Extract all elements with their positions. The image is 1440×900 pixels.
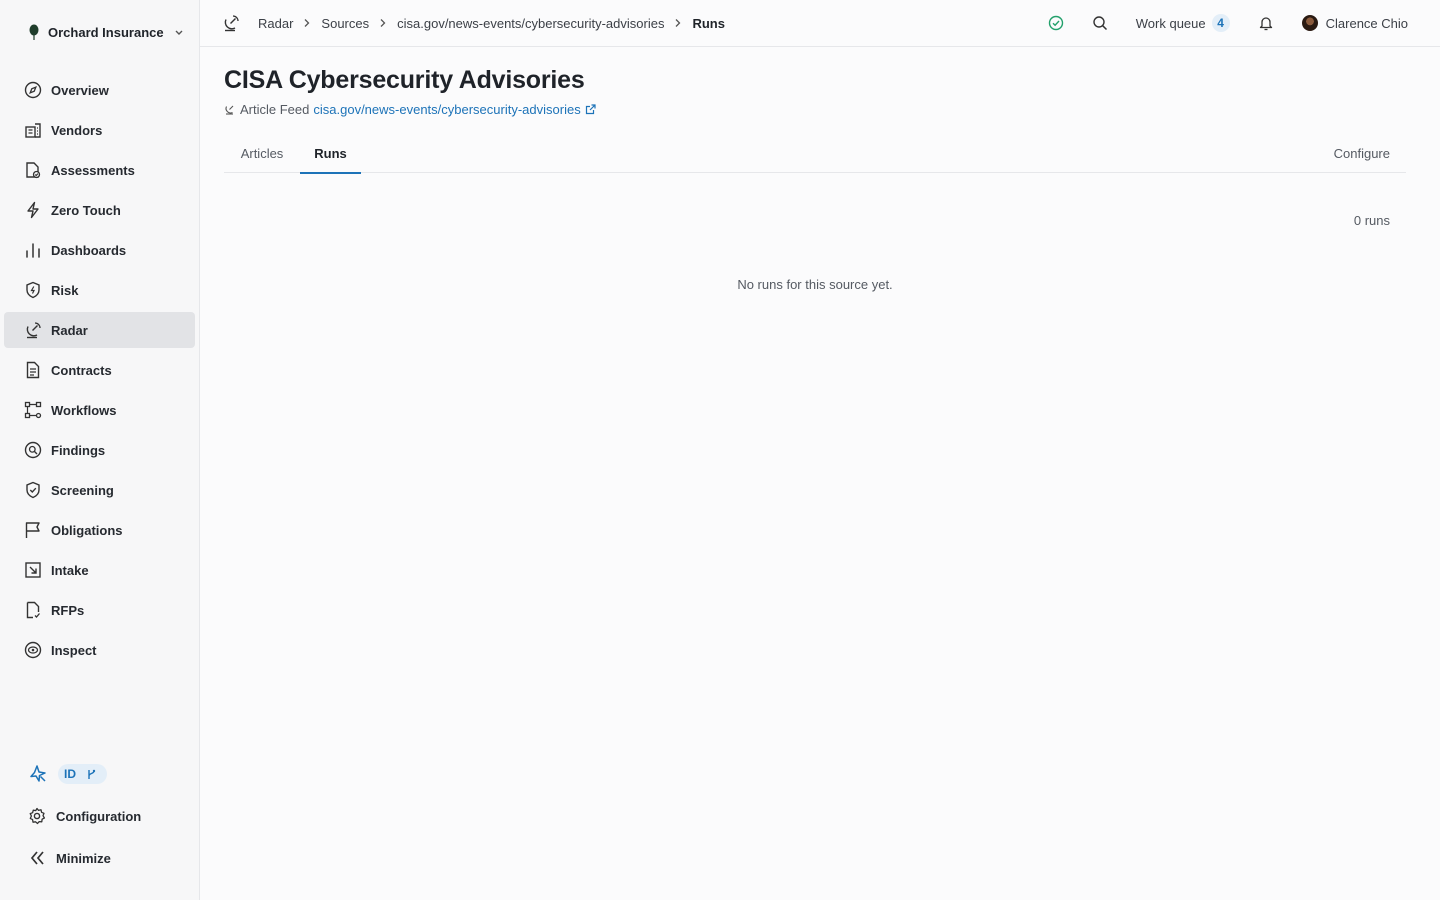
sidebar-item-label: Obligations: [51, 522, 123, 538]
work-queue-button[interactable]: Work queue 4: [1136, 14, 1230, 32]
building-icon: [25, 123, 41, 138]
runs-count: 0 runs: [1353, 213, 1390, 228]
leaf-icon: [29, 24, 39, 40]
document-icon: [26, 361, 40, 379]
topbar: Radar Sources cisa.gov/news-events/cyber…: [200, 0, 1440, 47]
feed-url-link[interactable]: cisa.gov/news-events/cybersecurity-advis…: [313, 101, 596, 117]
shield-check-icon: [26, 481, 40, 499]
org-switcher[interactable]: Orchard Insurance: [28, 22, 184, 42]
sidebar-item-screening[interactable]: Screening: [4, 472, 195, 508]
sidebar-item-label: Inspect: [51, 642, 97, 658]
id-chip[interactable]: ID: [58, 764, 107, 784]
sidebar-item-overview[interactable]: Overview: [4, 72, 195, 108]
chevron-down-icon: [175, 30, 183, 35]
page-subtitle: Article Feed cisa.gov/news-events/cybers…: [224, 100, 596, 118]
chevron-right-icon: [675, 19, 681, 27]
configuration-button[interactable]: Configuration: [28, 805, 141, 827]
sidebar-item-label: Workflows: [51, 402, 117, 418]
work-queue-count-badge: 4: [1211, 14, 1230, 32]
breadcrumb-radar[interactable]: Radar: [258, 16, 293, 31]
gear-icon: [29, 807, 46, 825]
tab-articles[interactable]: Articles: [224, 134, 300, 173]
chevron-right-icon: [304, 19, 310, 27]
user-menu[interactable]: Clarence Chio: [1301, 15, 1408, 31]
chevron-right-icon: [380, 19, 386, 27]
breadcrumb-sources[interactable]: Sources: [321, 16, 369, 31]
sidebar-nav: Overview Vendors Assessments Zero Touch …: [4, 72, 195, 672]
flag-icon: [25, 522, 40, 538]
inbox-arrow-icon: [25, 562, 41, 578]
magnifier-icon: [24, 441, 42, 459]
git-branch-icon: [88, 769, 96, 779]
search-icon[interactable]: [1092, 15, 1108, 31]
sidebar-item-risk[interactable]: Risk: [4, 272, 195, 308]
sidebar-item-label: Vendors: [51, 122, 103, 138]
tab-runs[interactable]: Runs: [300, 134, 361, 174]
sidebar-item-label: Screening: [51, 482, 114, 498]
sidebar-item-zero-touch[interactable]: Zero Touch: [4, 192, 195, 228]
sidebar-item-contracts[interactable]: Contracts: [4, 352, 195, 388]
tab-bar: Articles Runs Configure: [224, 134, 1406, 174]
configuration-label: Configuration: [56, 808, 142, 824]
breadcrumb-current: Runs: [692, 15, 725, 31]
sidebar-item-intake[interactable]: Intake: [4, 552, 195, 588]
topbar-actions: Work queue 4 Clarence Chio: [1048, 12, 1408, 34]
avatar: [1301, 15, 1318, 31]
sidebar-item-label: Assessments: [51, 162, 135, 178]
sidebar-item-label: Zero Touch: [51, 202, 121, 218]
workflow-icon: [24, 401, 42, 419]
lightning-icon: [27, 201, 39, 219]
minimize-label: Minimize: [56, 850, 111, 866]
sidebar-item-label: RFPs: [51, 602, 85, 618]
check-circle-icon: [1048, 15, 1063, 31]
sidebar-item-label: Risk: [51, 282, 79, 298]
org-name: Orchard Insurance: [48, 24, 164, 40]
empty-state-message: No runs for this source yet.: [737, 277, 893, 292]
breadcrumb-source-url[interactable]: cisa.gov/news-events/cybersecurity-advis…: [397, 16, 664, 31]
sidebar-item-label: Contracts: [51, 362, 112, 378]
radar-icon: [225, 105, 234, 115]
sidebar-item-workflows[interactable]: Workflows: [4, 392, 195, 428]
radar-icon: [224, 15, 239, 32]
double-chevron-left-icon: [30, 851, 44, 865]
id-chip-label: ID: [64, 767, 76, 781]
sidebar-item-label: Intake: [51, 562, 89, 578]
sidebar-item-findings[interactable]: Findings: [4, 432, 195, 468]
file-check-icon: [26, 162, 41, 179]
sidebar-item-label: Dashboards: [51, 242, 127, 258]
sidebar-item-label: Findings: [51, 442, 106, 458]
sparkle-pin-icon[interactable]: [28, 764, 48, 784]
external-link-icon: [585, 103, 596, 114]
bar-chart-icon: [26, 243, 40, 258]
sidebar-item-assessments[interactable]: Assessments: [4, 152, 195, 188]
sidebar-item-obligations[interactable]: Obligations: [4, 512, 195, 548]
work-queue-label: Work queue: [1135, 15, 1206, 31]
feed-type: Article Feed: [240, 101, 310, 117]
sidebar-item-label: Overview: [51, 82, 109, 98]
user-name: Clarence Chio: [1325, 15, 1408, 31]
bell-icon[interactable]: [1258, 15, 1274, 31]
sidebar-item-inspect[interactable]: Inspect: [4, 632, 195, 668]
shield-icon: [26, 281, 40, 299]
sidebar-item-vendors[interactable]: Vendors: [4, 112, 195, 148]
sidebar-item-dashboards[interactable]: Dashboards: [4, 232, 195, 268]
page-title: CISA Cybersecurity Advisories: [224, 66, 585, 94]
radar-icon: [26, 322, 41, 339]
eye-icon: [24, 641, 42, 659]
minimize-button[interactable]: Minimize: [28, 847, 111, 869]
file-check-icon: [26, 601, 40, 619]
breadcrumb: Radar Sources cisa.gov/news-events/cyber…: [222, 12, 725, 34]
sidebar: Orchard Insurance Overview Vendors Asses…: [0, 0, 200, 900]
feed-url-text: cisa.gov/news-events/cybersecurity-advis…: [313, 101, 581, 117]
compass-icon: [24, 81, 42, 99]
sidebar-item-label: Radar: [51, 322, 88, 338]
sidebar-item-radar[interactable]: Radar: [4, 312, 195, 348]
identity-area: ID: [28, 764, 107, 784]
sidebar-item-rfps[interactable]: RFPs: [4, 592, 195, 628]
tab-configure[interactable]: Configure: [1334, 134, 1390, 173]
